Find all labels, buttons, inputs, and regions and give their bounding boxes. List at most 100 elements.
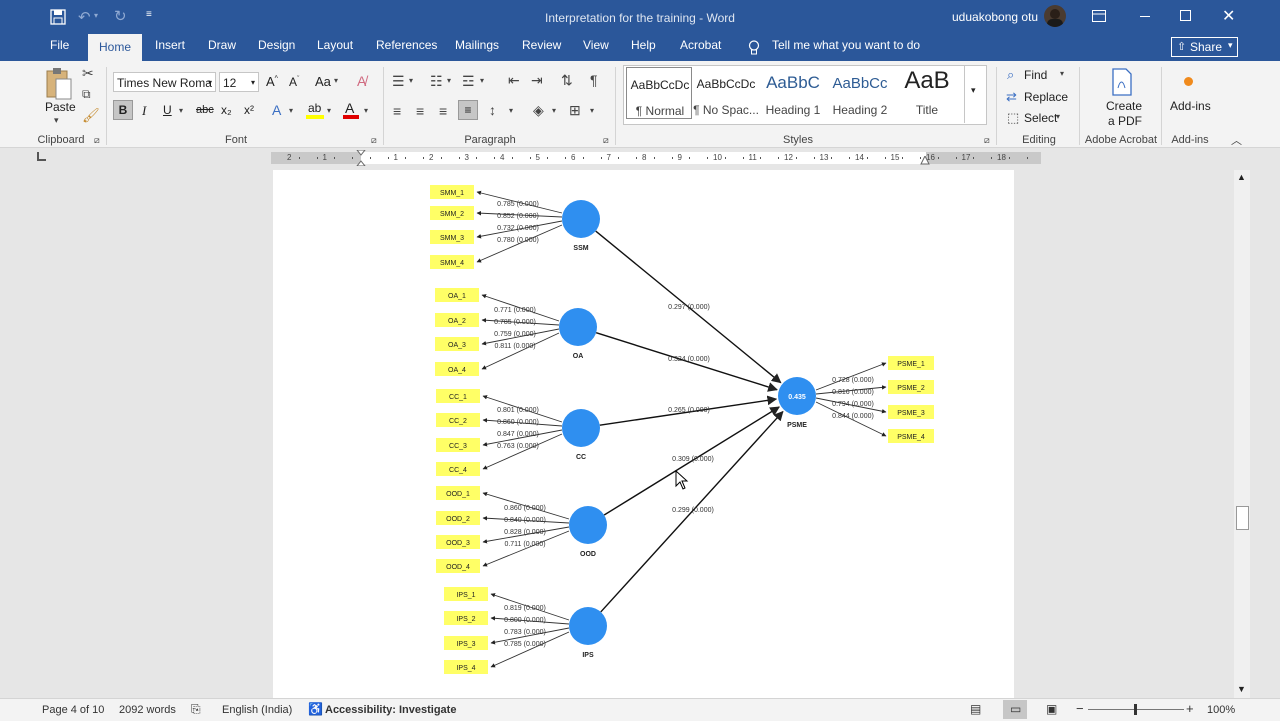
ribbon-display-options-icon[interactable] [1092,10,1106,22]
tab-layout[interactable]: Layout [317,38,353,52]
select-button[interactable]: Select [1024,111,1057,125]
close-icon[interactable]: ✕ [1222,6,1235,26]
style-heading-2[interactable]: AaBbCc Heading 2 [827,67,893,119]
tab-file[interactable]: File [50,38,69,52]
collapse-ribbon-icon[interactable]: ︿ [1231,132,1242,148]
align-left-icon[interactable]: ≡ [393,103,401,119]
avatar[interactable] [1044,5,1066,27]
language-indicator[interactable]: English (India) [222,704,292,716]
undo-icon[interactable]: ↶ [78,8,91,26]
zoom-out-icon[interactable]: − [1076,701,1084,716]
line-spacing-icon[interactable]: ↕ [489,102,496,118]
shading-icon[interactable]: ◈ [533,102,544,119]
create-pdf-label-2[interactable]: a PDF [1108,114,1142,128]
numbering-icon[interactable]: ☷ [430,73,443,90]
undo-dropdown-icon[interactable]: ▾ [94,11,98,20]
tab-draw[interactable]: Draw [208,38,236,52]
copy-icon[interactable]: ⧉ [82,87,91,102]
clear-formatting-icon[interactable]: A̸ [357,73,366,89]
page-count[interactable]: Page 4 of 10 [42,704,104,716]
sort-icon[interactable]: ⇅ [561,72,573,89]
scroll-up-icon[interactable]: ▲ [1237,172,1246,182]
tab-mailings[interactable]: Mailings [455,38,499,52]
change-case-icon[interactable]: Aa [315,74,331,89]
highlight-color-icon[interactable]: ab [306,101,324,119]
borders-dropdown-icon[interactable]: ▾ [590,106,594,115]
font-color-icon[interactable]: A [343,100,359,119]
font-launcher-icon[interactable]: ⧄ [371,135,377,146]
print-layout-button[interactable]: ▭ [1003,700,1027,719]
bullets-dropdown-icon[interactable]: ▾ [409,76,413,85]
paste-label[interactable]: Paste [45,100,76,114]
maximize-icon[interactable] [1180,10,1191,21]
italic-button[interactable]: I [142,103,146,119]
tab-view[interactable]: View [583,38,609,52]
replace-icon[interactable]: ⇄ [1006,89,1017,105]
tab-home[interactable]: Home [88,34,143,61]
zoom-in-icon[interactable]: + [1186,701,1194,716]
highlight-dropdown-icon[interactable]: ▾ [327,106,331,115]
grow-font-icon[interactable]: A^ [266,74,278,89]
save-icon[interactable] [50,9,66,25]
tab-help[interactable]: Help [631,38,656,52]
find-icon[interactable]: ⌕ [1007,67,1014,83]
style-normal[interactable]: AaBbCcDc ¶ Normal [626,67,692,119]
font-name-combo[interactable]: Times New Roma ▾ [113,72,216,92]
bold-button[interactable]: B [113,100,133,120]
read-mode-icon[interactable]: ▤ [970,702,981,716]
add-ins-icon[interactable] [1184,77,1193,86]
font-color-dropdown-icon[interactable]: ▾ [364,106,368,115]
add-ins-button[interactable]: Add-ins [1170,99,1211,113]
document-page[interactable]: 0.297 (0.000) 0.324 (0.000) 0.265 (0.000) 0… [273,170,1014,698]
accessibility-icon[interactable]: ♿ [308,702,323,716]
multilevel-dropdown-icon[interactable]: ▾ [480,76,484,85]
align-right-icon[interactable]: ≡ [439,103,447,119]
underline-button[interactable]: U [163,103,172,117]
clipboard-launcher-icon[interactable]: ⧄ [94,135,100,146]
share-button[interactable]: ⇧ Share ▾ [1171,37,1238,57]
paste-icon[interactable] [45,67,73,101]
tell-me-input[interactable]: Tell me what you want to do [772,38,920,52]
justify-button[interactable]: ≡ [458,100,478,120]
borders-icon[interactable]: ⊞ [569,102,581,119]
tab-acrobat[interactable]: Acrobat [680,38,721,52]
find-button[interactable]: Find [1024,68,1047,82]
user-name[interactable]: uduakobong otu [952,10,1038,24]
select-icon[interactable]: ⬚ [1007,110,1019,126]
customize-toolbar-icon[interactable]: ≡ [146,9,152,20]
strikethrough-button[interactable]: abc [196,104,214,116]
styles-launcher-icon[interactable]: ⧄ [984,135,990,146]
zoom-slider-thumb[interactable] [1134,704,1137,715]
scroll-down-icon[interactable]: ▼ [1237,684,1246,694]
style-title[interactable]: AaB Title [894,67,960,119]
paragraph-launcher-icon[interactable]: ⧄ [603,135,609,146]
tab-selector-icon[interactable] [37,152,46,161]
horizontal-ruler[interactable]: 2 1 1 2 3 4 5 6 7 8 9 10 11 12 13 14 15 16 17 18 [271,150,1041,166]
proofing-icon[interactable]: ⎘ [191,702,201,717]
shading-dropdown-icon[interactable]: ▾ [552,106,556,115]
style-no-spacing[interactable]: AaBbCcDc ¶ No Spac... [693,67,759,119]
word-count[interactable]: 2092 words [119,704,176,716]
align-center-icon[interactable]: ≡ [416,103,424,119]
show-formatting-icon[interactable]: ¶ [590,72,598,88]
text-effects-icon[interactable]: A [272,102,281,118]
create-pdf-icon[interactable] [1111,68,1133,96]
tab-review[interactable]: Review [522,38,561,52]
paste-dropdown-icon[interactable]: ▾ [54,115,59,126]
accessibility-status[interactable]: Accessibility: Investigate [325,704,456,716]
redo-icon[interactable]: ↻ [114,7,127,25]
underline-dropdown-icon[interactable]: ▾ [179,106,183,115]
tab-references[interactable]: References [376,38,437,52]
select-dropdown-icon[interactable]: ▾ [1056,112,1060,121]
font-size-combo[interactable]: 12 ▾ [219,72,259,92]
increase-indent-icon[interactable]: ⇥ [531,72,543,89]
scroll-thumb[interactable] [1236,506,1249,530]
style-heading-1[interactable]: AaBbC Heading 1 [760,67,826,119]
cut-icon[interactable]: ✂ [82,65,94,82]
superscript-button[interactable]: x² [244,103,254,117]
subscript-button[interactable]: x₂ [221,103,232,117]
format-painter-icon[interactable]: 🖌 [82,107,100,124]
styles-more-button[interactable]: ▾ [964,65,986,123]
indent-marker-icon[interactable] [356,150,366,166]
bullets-icon[interactable]: ☰ [392,73,405,90]
